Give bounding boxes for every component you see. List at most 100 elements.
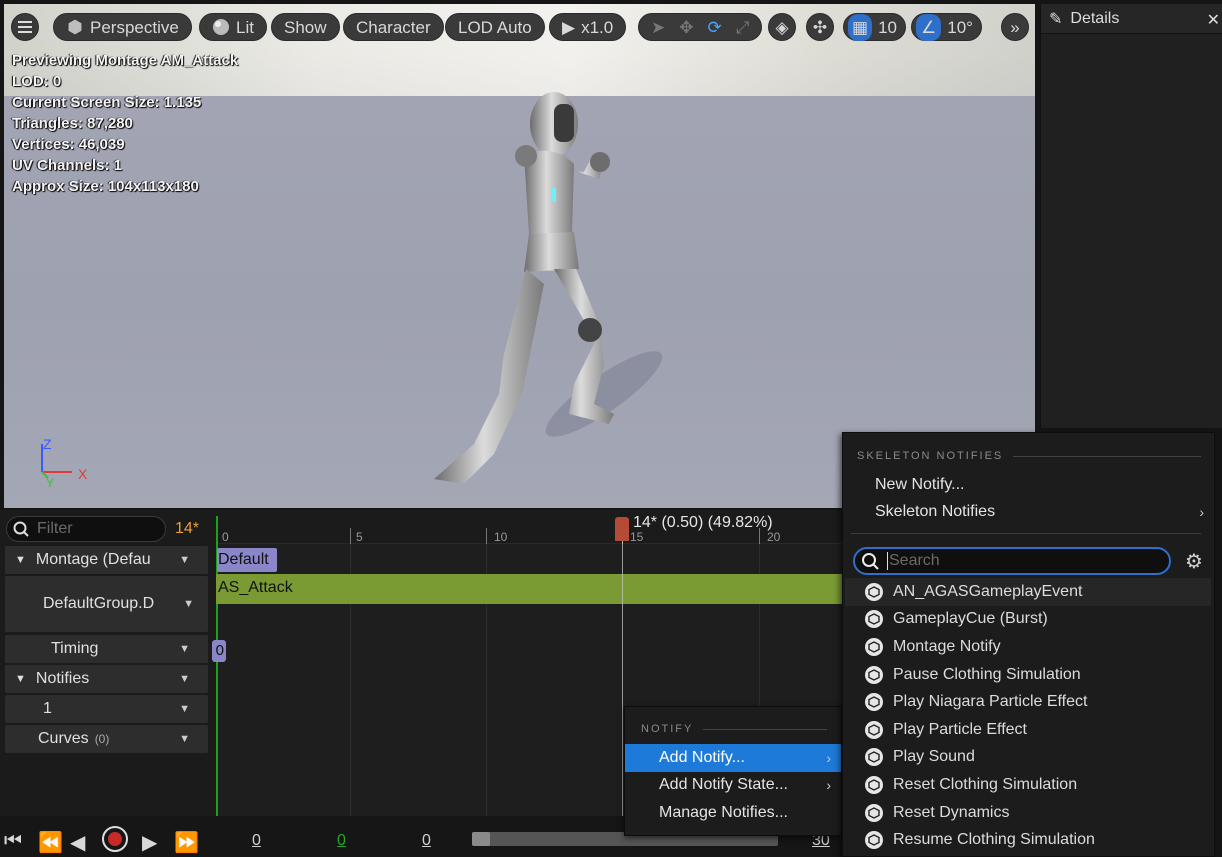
axis-x-label: X bbox=[78, 466, 88, 482]
dropdown-caret-icon[interactable]: ▼ bbox=[179, 643, 190, 655]
blueprint-class-icon bbox=[865, 775, 883, 794]
notify-class-item[interactable]: Pause Clothing Simulation bbox=[845, 661, 1211, 689]
scrollbar-thumb[interactable] bbox=[472, 832, 490, 846]
scale-icon[interactable]: ⤢ bbox=[736, 14, 750, 41]
search-icon bbox=[13, 521, 29, 537]
menu-item-label: Add Notify State... bbox=[659, 776, 788, 793]
select-cursor-icon[interactable]: ➤ bbox=[651, 14, 665, 41]
blueprint-class-icon bbox=[865, 610, 883, 629]
notify-class-label: Montage Notify bbox=[893, 637, 1001, 655]
notify-class-item[interactable]: Reset Dynamics bbox=[845, 799, 1211, 827]
grid-snap-button[interactable]: ▦ 10 bbox=[843, 13, 906, 41]
perspective-button[interactable]: Perspective bbox=[53, 13, 192, 41]
notify-class-label: AN_AGASGameplayEvent bbox=[893, 582, 1083, 600]
divider bbox=[851, 533, 1201, 534]
settings-gear-icon[interactable]: ⚙ bbox=[1185, 549, 1203, 574]
track-curves-label: Curves bbox=[38, 730, 89, 747]
notify-class-label: Play Sound bbox=[893, 748, 975, 766]
surface-snap-toggle[interactable]: ✣ bbox=[806, 13, 834, 41]
start-frame-field[interactable]: 0 bbox=[252, 832, 261, 850]
notify-class-label: Reset Clothing Simulation bbox=[893, 775, 1078, 793]
chevron-right-double-icon: » bbox=[1010, 17, 1020, 37]
dropdown-caret-icon[interactable]: ▼ bbox=[183, 598, 194, 610]
dropdown-caret-icon[interactable]: ▼ bbox=[179, 673, 190, 685]
rotate-icon[interactable]: ⟳ bbox=[708, 14, 722, 41]
more-options-button[interactable]: » bbox=[1001, 13, 1029, 41]
notify-class-label: Pause Clothing Simulation bbox=[893, 665, 1081, 683]
world-local-toggle[interactable]: ◈ bbox=[768, 13, 796, 41]
step-forward-icon[interactable]: ⏩ bbox=[174, 830, 199, 855]
notify-class-item[interactable]: Resume Clothing Simulation bbox=[845, 826, 1211, 854]
notify-class-label: GameplayCue (Burst) bbox=[893, 610, 1048, 628]
section-default-label: Default bbox=[218, 551, 269, 568]
menu-section-skeleton: SKELETON NOTIFIES bbox=[857, 450, 1201, 462]
timing-marker[interactable]: 0 bbox=[212, 640, 226, 662]
show-label: Show bbox=[284, 17, 327, 37]
play-reverse-icon[interactable]: ◀ bbox=[70, 830, 85, 855]
section-default[interactable]: Default bbox=[217, 548, 277, 572]
menu-item-new-notify[interactable]: New Notify... bbox=[843, 471, 1214, 499]
details-tab[interactable]: ✎ Details bbox=[1041, 4, 1222, 34]
menu-item-label: Add Notify... bbox=[659, 749, 745, 766]
track-notify-1[interactable]: 1 ▼ bbox=[5, 695, 208, 723]
transform-tools-group: ➤ ✥ ⟳ ⤢ bbox=[638, 13, 763, 41]
move-icon[interactable]: ✥ bbox=[679, 14, 693, 41]
skip-to-start-icon[interactable]: ⏮ bbox=[4, 830, 22, 853]
divider bbox=[1013, 455, 1201, 457]
menu-item-add-notify[interactable]: Add Notify... › bbox=[625, 744, 841, 772]
notify-class-item[interactable]: AN_AGASGameplayEvent bbox=[845, 578, 1211, 606]
expand-arrow-icon[interactable]: ▼ bbox=[15, 554, 26, 566]
viewport-menu-button[interactable] bbox=[11, 13, 39, 41]
track-default-group[interactable]: DefaultGroup.D ▼ bbox=[5, 576, 208, 632]
playhead-handle[interactable] bbox=[615, 517, 629, 541]
playback-speed-button[interactable]: ▶ x1.0 bbox=[549, 13, 627, 41]
notify-class-item[interactable]: GameplayCue (Burst) bbox=[845, 606, 1211, 634]
montage-segment[interactable]: AS_Attack bbox=[216, 574, 842, 604]
notify-search-input[interactable]: Search bbox=[853, 547, 1171, 575]
notify-class-label: Play Particle Effect bbox=[893, 720, 1027, 738]
lit-button[interactable]: Lit bbox=[199, 13, 267, 41]
notify-class-item[interactable]: Play Niagara Particle Effect bbox=[845, 688, 1211, 716]
stat-line: Previewing Montage AM_Attack bbox=[12, 52, 239, 69]
end-frame-field[interactable]: 0 bbox=[422, 832, 431, 850]
notify-class-item[interactable]: Reset Clothing Simulation bbox=[845, 771, 1211, 799]
stat-line: Current Screen Size: 1.135 bbox=[12, 94, 202, 111]
menu-item-add-notify-state[interactable]: Add Notify State... › bbox=[625, 771, 841, 799]
chevron-right-icon: › bbox=[826, 750, 831, 766]
expand-arrow-icon[interactable]: ▼ bbox=[15, 673, 26, 685]
notify-class-item[interactable]: Montage Notify bbox=[845, 633, 1211, 661]
close-icon[interactable]: ✕ bbox=[1207, 10, 1220, 30]
notify-class-item[interactable]: Play Sound bbox=[845, 744, 1211, 772]
record-button[interactable] bbox=[102, 826, 128, 852]
rotation-snap-button[interactable]: ∠ 10° bbox=[911, 13, 982, 41]
menu-item-manage-notifies[interactable]: Manage Notifies... bbox=[625, 799, 841, 827]
lod-button[interactable]: LOD Auto bbox=[445, 13, 545, 41]
track-curves[interactable]: Curves (0) ▼ bbox=[5, 725, 208, 753]
menu-section-label: SKELETON NOTIFIES bbox=[857, 450, 1004, 462]
stat-line: UV Channels: 1 bbox=[12, 157, 123, 174]
character-button[interactable]: Character bbox=[343, 13, 444, 41]
track-timing[interactable]: Timing ▼ bbox=[5, 635, 208, 663]
filter-placeholder: Filter bbox=[37, 520, 73, 537]
current-frame-field[interactable]: 0 bbox=[337, 832, 346, 850]
blueprint-class-icon bbox=[865, 665, 883, 684]
menu-item-skeleton-notifies[interactable]: Skeleton Notifies › bbox=[843, 498, 1214, 526]
track-filter-input[interactable]: Filter bbox=[6, 516, 166, 542]
play-forward-icon[interactable]: ▶ bbox=[142, 830, 157, 855]
dropdown-caret-icon[interactable]: ▼ bbox=[179, 703, 190, 715]
chevron-right-icon: › bbox=[1199, 504, 1204, 520]
dropdown-caret-icon[interactable]: ▼ bbox=[179, 554, 190, 566]
menu-item-label: Manage Notifies... bbox=[659, 804, 788, 821]
search-placeholder: Search bbox=[889, 552, 940, 569]
menu-section-notify: NOTIFY bbox=[641, 723, 827, 735]
dropdown-caret-icon[interactable]: ▼ bbox=[179, 733, 190, 745]
hamburger-icon bbox=[18, 21, 32, 33]
step-back-icon[interactable]: ⏪ bbox=[38, 830, 63, 855]
notify-class-item[interactable]: Play Particle Effect bbox=[845, 716, 1211, 744]
track-montage[interactable]: ▼ Montage (Defau ▼ bbox=[5, 546, 208, 574]
record-icon bbox=[108, 832, 122, 846]
show-button[interactable]: Show bbox=[271, 13, 340, 41]
track-notifies[interactable]: ▼ Notifies ▼ bbox=[5, 665, 208, 693]
blueprint-class-icon bbox=[865, 637, 883, 656]
character-label: Character bbox=[356, 17, 431, 37]
